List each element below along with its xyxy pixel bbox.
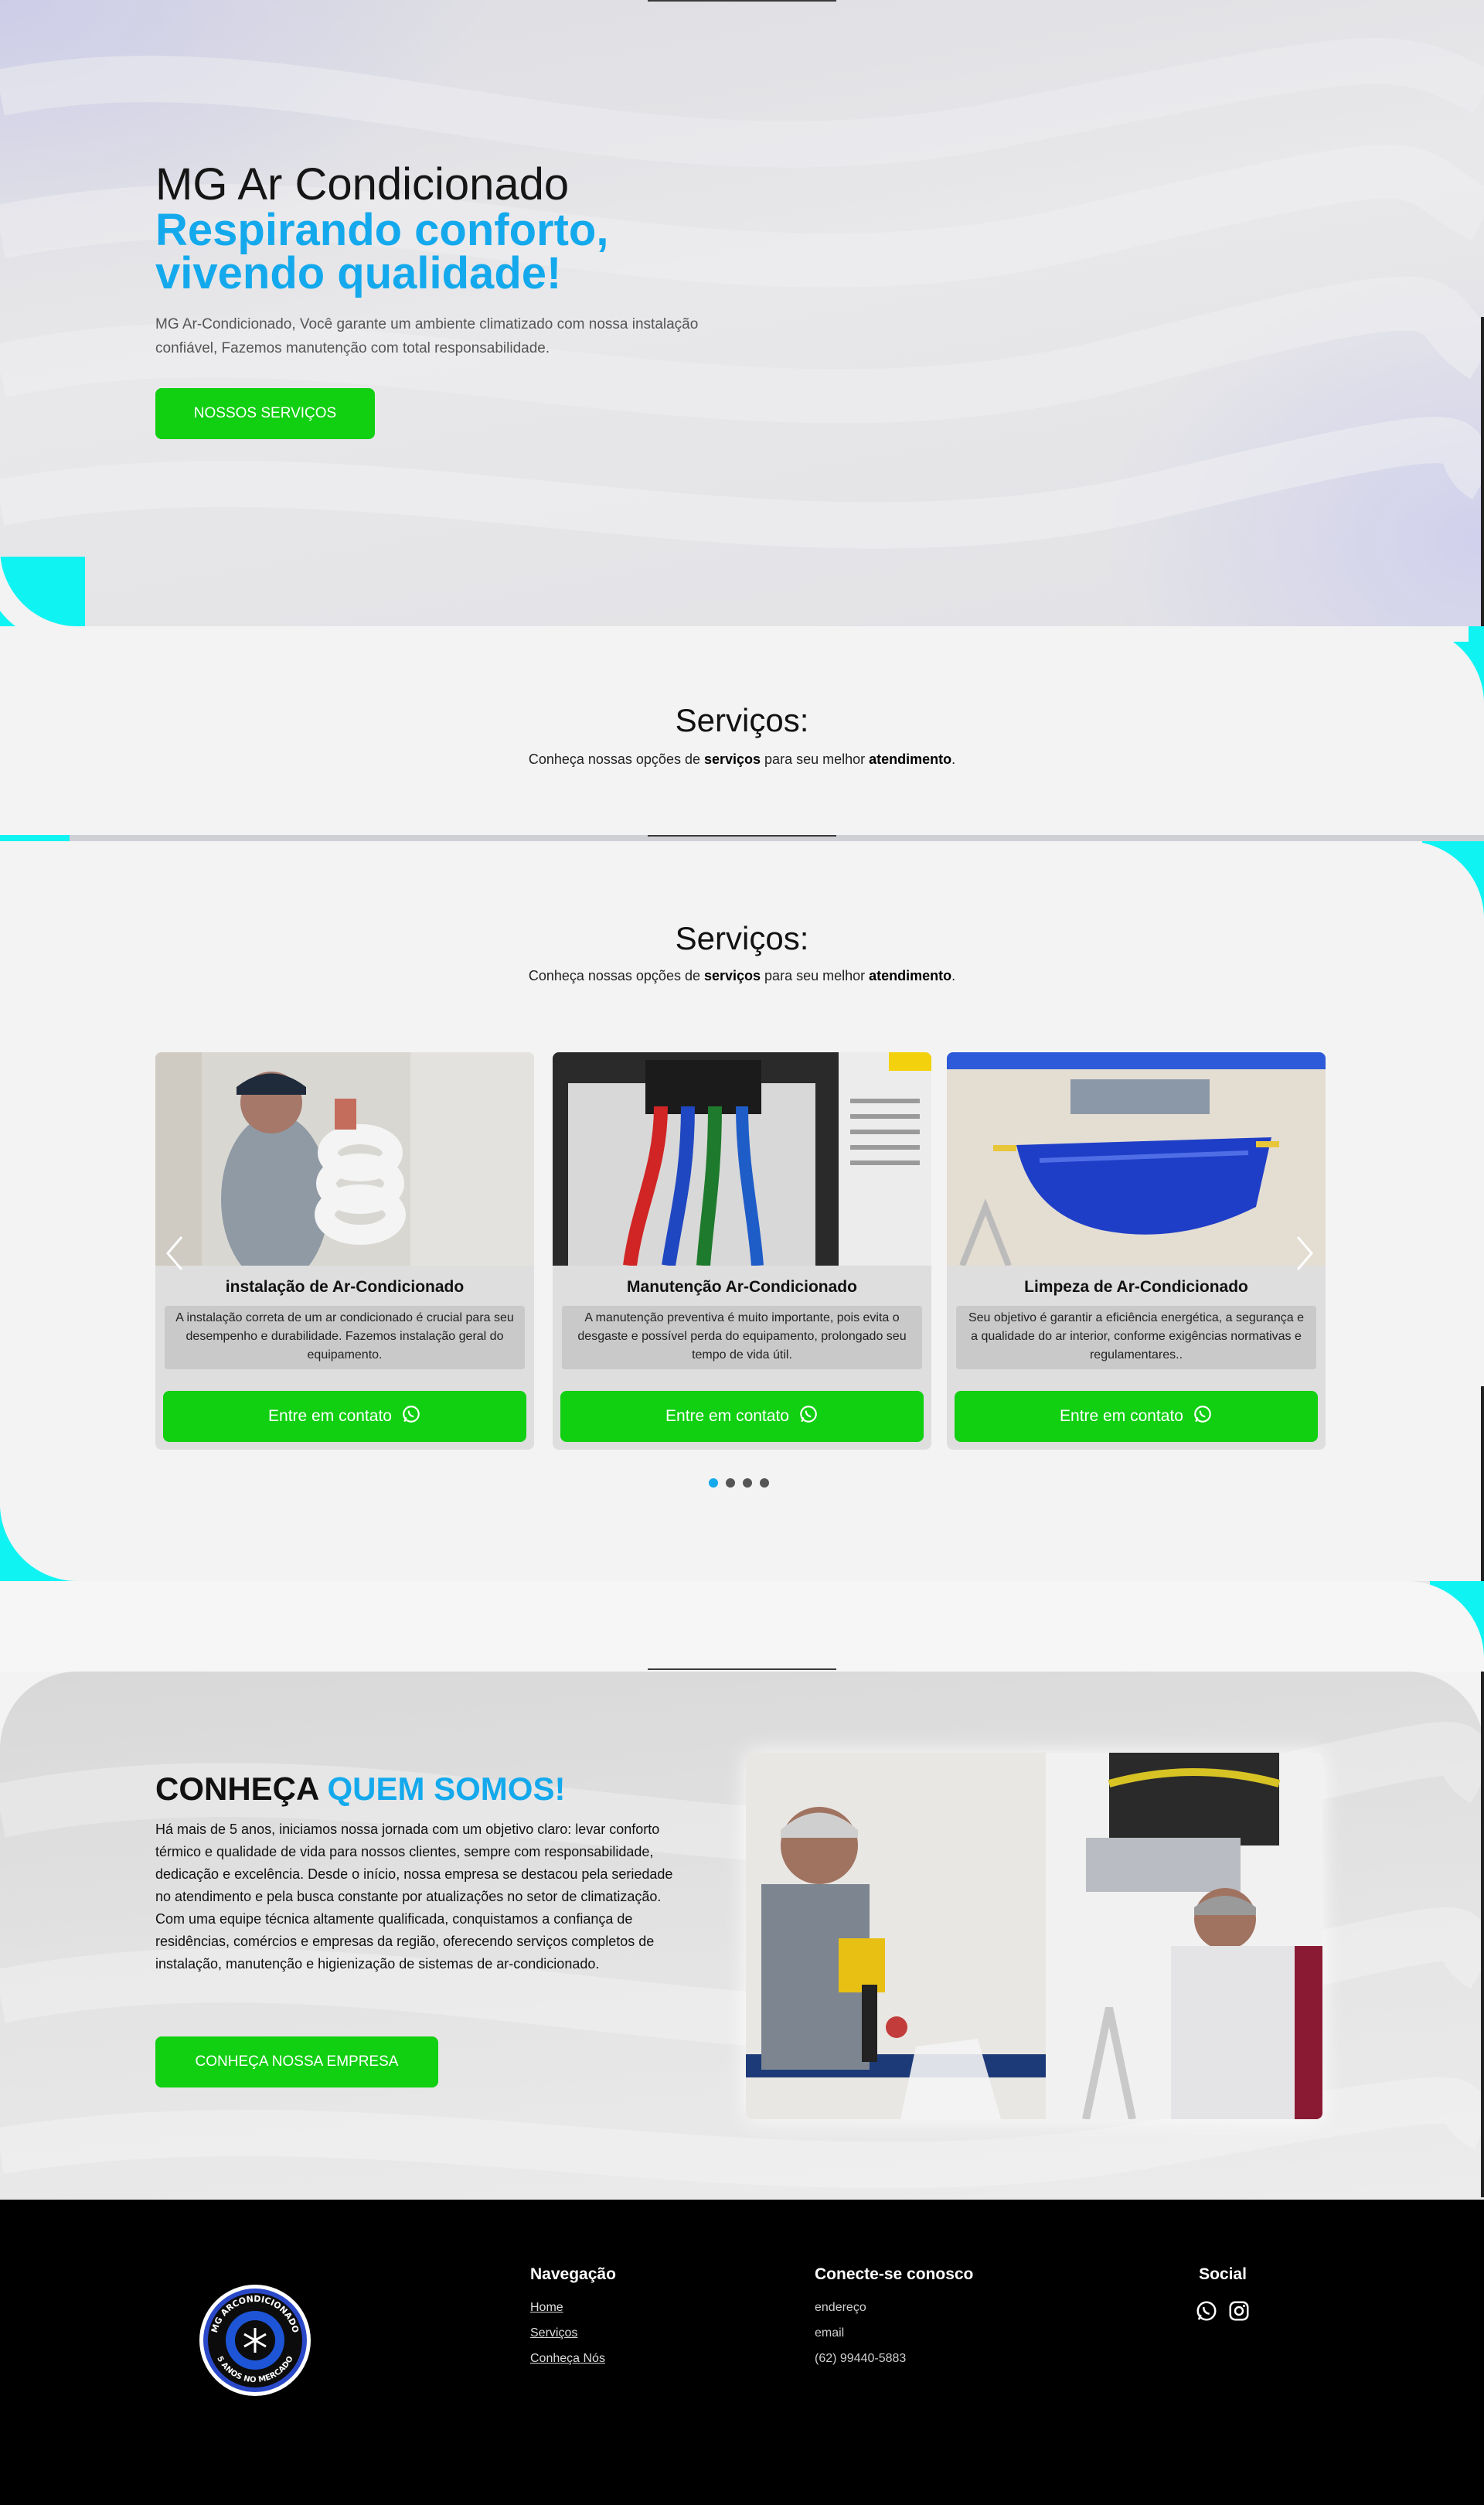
hero-brand-name: MG Ar Condicionado xyxy=(155,159,570,210)
whatsapp-icon xyxy=(798,1404,819,1429)
about-photo xyxy=(746,1753,1322,2119)
whatsapp-icon xyxy=(1193,1404,1213,1429)
footer-social-title: Social xyxy=(1199,2265,1247,2283)
footer-link-about[interactable]: Conheça Nós xyxy=(530,2352,616,2366)
footer-contact: Conecte-se conosco endereço email (62) 9… xyxy=(815,2265,973,2377)
card-description: Seu objetivo é garantir a eficiência ene… xyxy=(956,1306,1316,1369)
scrollbar-segment xyxy=(1481,317,1484,626)
scrollbar-segment xyxy=(1481,1386,1484,1581)
footer-link-services[interactable]: Serviços xyxy=(530,2326,616,2340)
section-gap-curve xyxy=(0,1581,1484,1672)
chevron-right-icon[interactable] xyxy=(1293,1234,1316,1273)
subtitle-text: Conheça nossas opções de xyxy=(528,752,704,767)
footer-social: Social xyxy=(1195,2265,1251,2323)
cleaning-photo xyxy=(947,1052,1326,1266)
cleaning-photo-illustration xyxy=(947,1052,1326,1266)
contact-button-cleaning[interactable]: Entre em contato xyxy=(955,1391,1318,1442)
subtitle-bold-attendance: atendimento xyxy=(869,752,952,767)
hero-slogan: Respirando conforto, vivendo qualidade! xyxy=(155,205,727,298)
about-text: Há mais de 5 anos, iniciamos nossa jorna… xyxy=(155,1822,673,1972)
carousel-dot-2[interactable] xyxy=(726,1478,735,1488)
subtitle-text: para seu melhor xyxy=(761,968,870,983)
footer-navigation: Navegação Home Serviços Conheça Nós xyxy=(530,2265,616,2377)
subtitle-text: . xyxy=(951,968,956,983)
scrollbar-segment xyxy=(1481,1672,1484,2197)
services-subtitle: Conheça nossas opções de serviços para s… xyxy=(0,968,1484,984)
maintenance-photo xyxy=(553,1052,931,1266)
hero-slogan-line2: vivendo qualidade! xyxy=(155,248,562,298)
chevron-left-icon[interactable] xyxy=(163,1234,186,1273)
subtitle-bold-attendance: atendimento xyxy=(869,968,952,983)
card-description: A manutenção preventiva é muito importan… xyxy=(562,1306,922,1369)
company-logo[interactable]: MG ARCONDICIONADO 5 ANOS NO MERCADO xyxy=(198,2283,312,2398)
card-title: Limpeza de Ar-Condicionado xyxy=(1024,1278,1248,1296)
subtitle-bold-services: serviços xyxy=(703,968,761,983)
hero-content: MG Ar Condicionado Respirando conforto, … xyxy=(155,161,727,439)
top-divider-line xyxy=(648,0,836,2)
contact-button-installation[interactable]: Entre em contato xyxy=(163,1391,526,1442)
card-description: A instalação correta de um ar condiciona… xyxy=(165,1306,525,1369)
hero-description: MG Ar-Condicionado, Você garante um ambi… xyxy=(155,316,699,356)
service-card-installation: instalação de Ar-Condicionado A instalaç… xyxy=(155,1052,534,1450)
about-photo-illustration xyxy=(746,1753,1322,2119)
footer-nav-title: Navegação xyxy=(530,2265,616,2283)
hero-bottom-curve xyxy=(0,541,1484,626)
subtitle-text: Conheça nossas opções de xyxy=(528,968,704,983)
installation-photo xyxy=(155,1052,534,1266)
about-company-button[interactable]: CONHEÇA NOSSA EMPRESA xyxy=(155,2036,438,2088)
maintenance-photo-illustration xyxy=(553,1052,931,1266)
services-title: Serviços: xyxy=(675,920,809,956)
carousel-dot-3[interactable] xyxy=(743,1478,752,1488)
subtitle-text: para seu melhor xyxy=(761,752,870,767)
card-title: Manutenção Ar-Condicionado xyxy=(627,1278,857,1296)
footer-email: email xyxy=(815,2326,845,2340)
hero-slogan-line1: Respirando conforto, xyxy=(155,205,609,255)
about-title-highlight: QUEM SOMOS! xyxy=(327,1771,566,1807)
service-card-cleaning: Limpeza de Ar-Condicionado Seu objetivo … xyxy=(947,1052,1326,1450)
whatsapp-icon[interactable] xyxy=(1195,2299,1218,2323)
services-title-preview: Serviços: xyxy=(675,702,809,738)
service-card-maintenance: Manutenção Ar-Condicionado A manutenção … xyxy=(553,1052,931,1450)
footer-address: endereço xyxy=(815,2301,866,2314)
footer-phone: (62) 99440-5883 xyxy=(815,2352,907,2365)
subtitle-bold-services: serviços xyxy=(703,752,761,767)
carousel-dot-4[interactable] xyxy=(760,1478,769,1488)
contact-button-label: Entre em contato xyxy=(268,1407,392,1425)
lower-divider-line xyxy=(648,1668,836,1670)
contact-button-label: Entre em contato xyxy=(665,1407,789,1425)
instagram-icon[interactable] xyxy=(1227,2299,1251,2323)
carousel-dot-1[interactable] xyxy=(709,1478,718,1488)
middle-divider-line xyxy=(648,835,836,837)
services-subtitle-preview: Conheça nossas opções de serviços para s… xyxy=(0,752,1484,768)
footer-contact-title: Conecte-se conosco xyxy=(815,2265,974,2283)
footer-link-home[interactable]: Home xyxy=(530,2301,616,2315)
about-title-text: CONHEÇA xyxy=(155,1771,328,1807)
carousel-pagination xyxy=(709,1478,769,1488)
services-button[interactable]: NOSSOS SERVIÇOS xyxy=(155,388,375,439)
whatsapp-icon xyxy=(401,1404,421,1429)
installation-photo-illustration xyxy=(155,1052,534,1266)
contact-button-maintenance[interactable]: Entre em contato xyxy=(560,1391,924,1442)
contact-button-label: Entre em contato xyxy=(1060,1407,1183,1425)
social-icons xyxy=(1195,2299,1251,2323)
cyan-shape-left-2 xyxy=(0,835,70,841)
card-title: instalação de Ar-Condicionado xyxy=(225,1278,465,1296)
about-title: CONHEÇA QUEM SOMOS! xyxy=(155,1771,565,1808)
subtitle-text: . xyxy=(951,752,956,767)
